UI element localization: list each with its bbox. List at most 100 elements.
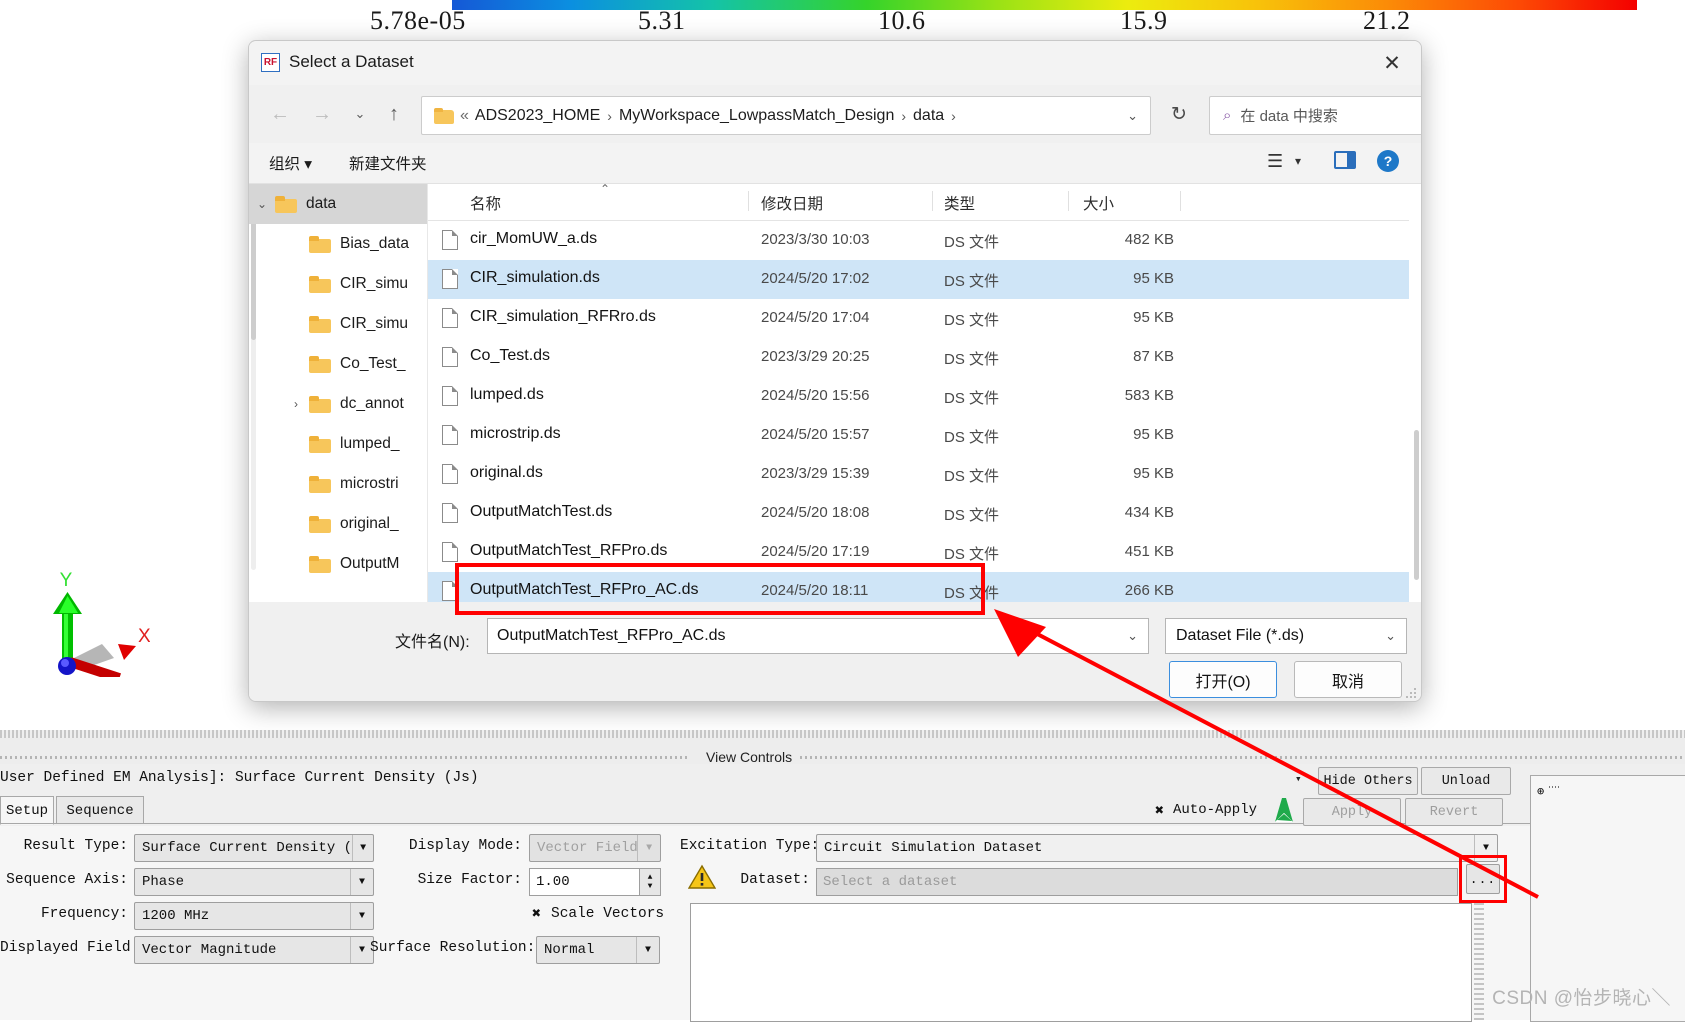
twisty-icon[interactable]: ⌄ [249, 197, 275, 211]
surface-resolution-value: Normal [544, 942, 595, 958]
file-icon [442, 503, 458, 523]
address-bar[interactable]: « ADS2023_HOME › MyWorkspace_LowpassMatc… [421, 96, 1151, 135]
hide-others-button[interactable]: Hide Others [1318, 767, 1418, 795]
tree-item-4[interactable]: Co_Test_ [249, 344, 427, 384]
file-list-scroll-thumb[interactable] [1414, 430, 1419, 580]
view-list-icon[interactable]: ☰ [1267, 151, 1283, 172]
file-name-cell: OutputMatchTest_RFPro_AC.ds [470, 581, 699, 598]
column-header-size[interactable]: 大小 [1083, 192, 1114, 214]
sequence-axis-value: Phase [142, 874, 185, 890]
breadcrumb-0[interactable]: ADS2023_HOME [475, 107, 600, 125]
table-row[interactable]: OutputMatchTest_RFPro.ds 2024/5/20 17:19 D… [428, 533, 1421, 572]
file-date-cell: 2023/3/29 15:39 [761, 465, 870, 482]
file-date-cell: 2024/5/20 18:08 [761, 504, 870, 521]
folder-icon [309, 435, 331, 453]
filetype-select[interactable]: Dataset File (*.ds) ⌄ [1165, 618, 1407, 654]
breadcrumb-1[interactable]: MyWorkspace_LowpassMatch_Design [619, 107, 894, 125]
search-input[interactable]: ⌕ 在 data 中搜索 [1209, 96, 1421, 135]
expand-plus-icon[interactable]: ⊕ [1537, 784, 1544, 799]
chevron-down-icon[interactable]: ▼ [352, 835, 373, 861]
surface-resolution-select[interactable]: Normal ▼ [536, 936, 660, 964]
axis-orientation-gizmo: Y X [53, 570, 150, 677]
table-row[interactable]: lumped.ds 2024/5/20 15:56 DS 文件 583 KB [428, 377, 1421, 416]
analysis-chevron-down-icon[interactable]: ▾ [1295, 772, 1302, 786]
dialog-title: Select a Dataset [289, 52, 414, 71]
dataset-browse-button[interactable]: ... [1466, 864, 1500, 894]
displayed-field-select[interactable]: Vector Magnitude ▼ [134, 936, 374, 964]
back-icon[interactable]: ← [263, 97, 297, 131]
address-chevron-down-icon[interactable]: ⌄ [1127, 108, 1150, 124]
twisty-icon[interactable]: › [283, 397, 309, 411]
stepper-arrows-icon[interactable]: ▲ ▼ [639, 869, 660, 895]
sequence-axis-select[interactable]: Phase ▼ [134, 868, 374, 896]
dataset-input[interactable]: Select a dataset [816, 868, 1458, 896]
excitation-type-select[interactable]: Circuit Simulation Dataset ▼ [816, 834, 1498, 862]
dialog-titlebar[interactable]: RF Select a Dataset ✕ [249, 41, 1421, 85]
help-icon[interactable]: ? [1377, 150, 1399, 172]
revert-button[interactable]: Revert [1405, 798, 1503, 826]
cancel-button[interactable]: 取消 [1294, 661, 1402, 698]
column-header-type[interactable]: 类型 [944, 192, 975, 214]
size-factor-stepper[interactable]: 1.00 ▲ ▼ [529, 868, 661, 896]
table-row[interactable]: original.ds 2023/3/29 15:39 DS 文件 95 KB [428, 455, 1421, 494]
table-row[interactable]: CIR_simulation_RFRro.ds 2024/5/20 17:04 DS… [428, 299, 1421, 338]
chevron-down-icon[interactable]: ▼ [350, 903, 373, 929]
tree-item-3[interactable]: CIR_simu [249, 304, 427, 344]
dataset-detail-area[interactable] [690, 903, 1472, 1022]
filetype-chevron-down-icon[interactable]: ⌄ [1385, 628, 1396, 644]
rf-app-icon: RF [261, 53, 280, 72]
panel-splitter[interactable] [0, 730, 1685, 738]
new-folder-button[interactable]: 新建文件夹 [349, 152, 427, 174]
filename-input[interactable]: OutputMatchTest_RFPro_AC.ds ⌄ [487, 618, 1149, 654]
file-name-cell: CIR_simulation_RFRro.ds [470, 308, 656, 325]
table-row[interactable]: CIR_simulation.ds 2024/5/20 17:02 DS 文件 95 … [428, 260, 1421, 299]
analysis-selector-text[interactable]: User Defined EM Analysis]: Surface Curre… [0, 770, 479, 786]
chevron-down-icon[interactable]: ▼ [350, 869, 373, 895]
search-icon: ⌕ [1223, 107, 1232, 124]
resize-grip-icon[interactable] [1405, 687, 1417, 699]
tree-item-6[interactable]: lumped_ [249, 424, 427, 464]
table-row[interactable]: cir_MomUW_a.ds 2023/3/30 10:03 DS 文件 482 KB [428, 221, 1421, 260]
table-row[interactable]: microstrip.ds 2024/5/20 15:57 DS 文件 95 KB [428, 416, 1421, 455]
tab-sequence[interactable]: Sequence [56, 796, 144, 824]
open-button[interactable]: 打开(O) [1169, 661, 1277, 698]
tree-item-1[interactable]: Bias_data [249, 224, 427, 264]
tree-item-9[interactable]: OutputM [249, 544, 427, 584]
column-header-date[interactable]: 修改日期 [761, 192, 823, 214]
apply-button[interactable]: Apply [1303, 798, 1401, 826]
file-list-scrollbar[interactable] [1409, 184, 1421, 602]
unload-button[interactable]: Unload [1421, 767, 1511, 795]
refresh-icon[interactable]: ↻ [1159, 96, 1199, 133]
chevron-down-icon[interactable]: ▼ [1474, 835, 1497, 861]
recent-locations-chevron-icon[interactable]: ⌄ [343, 97, 377, 131]
view-chevron-down-icon[interactable]: ▾ [1295, 154, 1301, 168]
organize-button[interactable]: 组织 ▾ [269, 152, 312, 174]
table-row[interactable]: Co_Test.ds 2023/3/29 20:25 DS 文件 87 KB [428, 338, 1421, 377]
table-row[interactable]: OutputMatchTest_RFPro_AC.ds 2024/5/20 18:… [428, 572, 1421, 602]
result-type-select[interactable]: Surface Current Density (Js) ▼ [134, 834, 374, 862]
forward-icon[interactable]: → [305, 97, 339, 131]
tree-item-8[interactable]: original_ [249, 504, 427, 544]
detail-area-scrollbar[interactable] [1474, 903, 1484, 1020]
scale-vectors-checkbox[interactable]: ✖ [532, 904, 541, 923]
table-row[interactable]: OutputMatchTest.ds 2024/5/20 18:08 DS 文件 43… [428, 494, 1421, 533]
close-icon[interactable]: ✕ [1363, 41, 1421, 85]
chevron-down-icon[interactable]: ▼ [636, 937, 659, 963]
preview-pane-icon[interactable] [1334, 151, 1356, 169]
tab-setup[interactable]: Setup [0, 796, 54, 825]
filename-chevron-down-icon[interactable]: ⌄ [1127, 628, 1138, 644]
frequency-select[interactable]: 1200 MHz ▼ [134, 902, 374, 930]
tree-item-5[interactable]: › dc_annot [249, 384, 427, 424]
up-icon[interactable]: ↑ [377, 97, 411, 131]
auto-apply-checkbox[interactable]: ✖ [1155, 801, 1164, 820]
file-size-cell: 482 KB [1124, 231, 1174, 248]
folder-tree-pane[interactable]: ⌄ data Bias_data CIR_simu CIR_simu Co_Test_ › d… [249, 184, 428, 602]
file-list-pane[interactable]: 名称 ⌃ 修改日期 类型 大小 cir_MomUW_a.ds 2023/3/30 … [428, 184, 1421, 602]
folder-icon [309, 395, 331, 413]
tree-item-7[interactable]: microstri [249, 464, 427, 504]
tree-item-0[interactable]: ⌄ data [249, 184, 427, 224]
size-factor-value: 1.00 [536, 874, 570, 890]
tree-item-2[interactable]: CIR_simu [249, 264, 427, 304]
column-header-name[interactable]: 名称 [470, 192, 501, 214]
breadcrumb-2[interactable]: data [913, 107, 944, 125]
